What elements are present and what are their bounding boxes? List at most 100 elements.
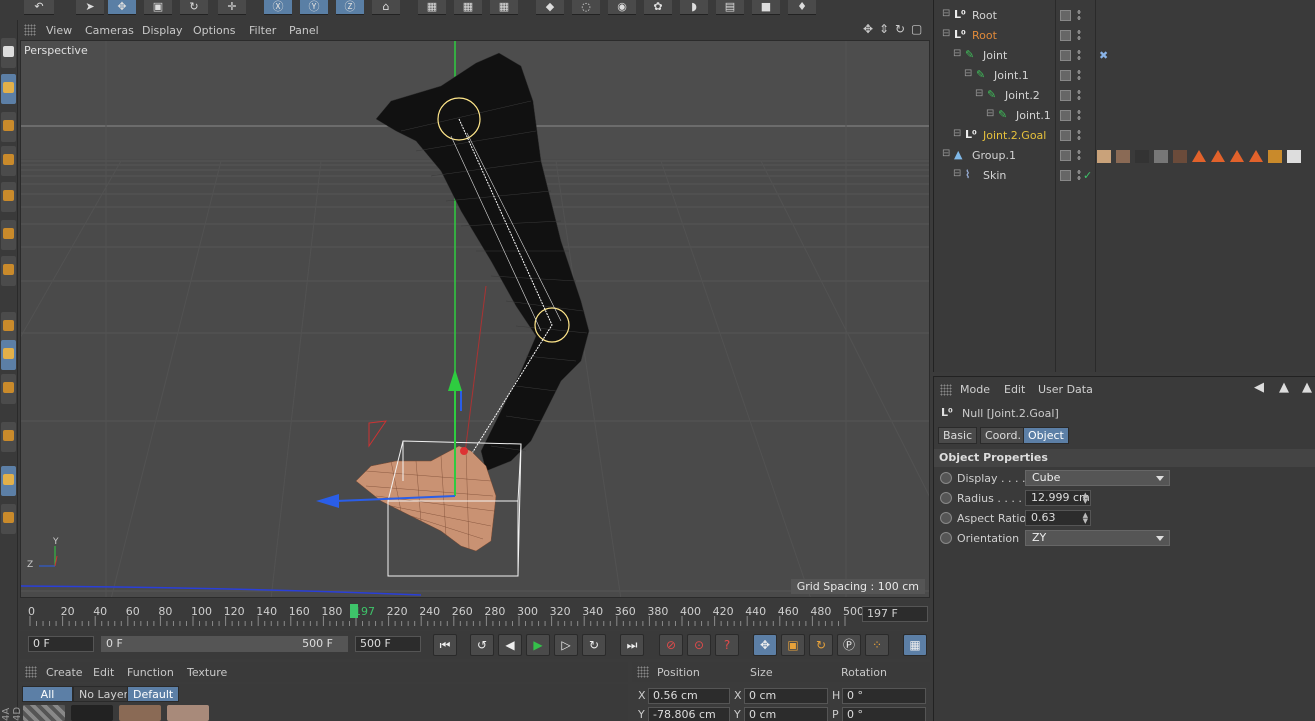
play-button[interactable]: ▶ (526, 634, 550, 656)
material-swatch[interactable] (119, 705, 161, 721)
material-tag-icon[interactable] (1116, 150, 1130, 163)
next-frame-button[interactable]: ▷ (554, 634, 578, 656)
lock-workplane-button[interactable] (1, 466, 16, 496)
spline-button[interactable]: ◌ (572, 0, 600, 15)
tweak-mode-button[interactable] (1, 340, 16, 370)
tree-expand-icon[interactable]: ⊟ (986, 108, 994, 119)
menu-view[interactable]: View (46, 24, 72, 37)
layer-toggle[interactable] (1060, 110, 1071, 121)
make-editable-button[interactable] (1, 38, 16, 68)
timeline-layout-button[interactable]: ▦ (903, 634, 927, 656)
tab-all[interactable]: All (22, 686, 73, 702)
ik-tag-icon[interactable]: ✖ (1099, 49, 1108, 62)
tab-object[interactable]: Object (1023, 427, 1069, 444)
animate-radio[interactable] (940, 512, 952, 524)
menu-filter[interactable]: Filter (249, 24, 276, 37)
array-button[interactable]: ✿ (644, 0, 672, 15)
render-picture-viewer-button[interactable]: ▦ (454, 0, 482, 15)
previous-key-button[interactable]: ↺ (470, 634, 494, 656)
menu-function[interactable]: Function (127, 666, 174, 679)
next-key-button[interactable]: ↻ (582, 634, 606, 656)
enabled-check-icon[interactable]: ✓ (1083, 169, 1092, 182)
material-swatch[interactable] (167, 705, 209, 721)
visibility-dots[interactable] (1077, 69, 1081, 82)
undo-button[interactable]: ↶ (24, 0, 54, 15)
cube-primitive-button[interactable]: ◆ (536, 0, 564, 15)
end-frame-field[interactable]: 500 F (355, 636, 421, 652)
spinner-icon[interactable]: ▲ ▼ (1083, 512, 1088, 525)
animate-radio[interactable] (940, 532, 952, 544)
visibility-dots[interactable] (1077, 149, 1081, 162)
viewport-rotate-icon[interactable]: ↻ (895, 22, 905, 36)
tab-no-layer[interactable]: No Layer (73, 686, 135, 702)
visibility-dots[interactable] (1077, 129, 1081, 142)
attributes-grip-icon[interactable] (940, 384, 952, 396)
camera-label[interactable]: Perspective (24, 44, 88, 57)
object-name[interactable]: Joint.2 (1005, 89, 1040, 102)
object-name[interactable]: Joint.1 (1016, 109, 1051, 122)
menu-display[interactable]: Display (142, 24, 183, 37)
layer-toggle[interactable] (1060, 170, 1071, 181)
material-tag-icon[interactable] (1211, 150, 1225, 162)
tree-expand-icon[interactable]: ⊟ (975, 88, 983, 99)
layer-toggle[interactable] (1060, 10, 1071, 21)
object-row[interactable]: ⊟ ▲ Group.1 (934, 146, 1315, 166)
visibility-dots[interactable] (1077, 109, 1081, 122)
floor-button[interactable]: ▤ (716, 0, 744, 15)
rotation-p-field[interactable]: 0 ° (842, 707, 926, 721)
tree-expand-icon[interactable]: ⊟ (942, 8, 950, 19)
material-tag-icon[interactable] (1192, 150, 1206, 162)
material-tag-icon[interactable] (1135, 150, 1149, 163)
render-settings-button[interactable]: ▦ (490, 0, 518, 15)
viewport-pan-icon[interactable]: ✥ (863, 22, 873, 36)
menu-attr-edit[interactable]: Edit (1004, 383, 1025, 396)
menu-panel[interactable]: Panel (289, 24, 319, 37)
tab-coord[interactable]: Coord. (980, 427, 1026, 444)
layer-toggle[interactable] (1060, 90, 1071, 101)
object-name[interactable]: Joint (983, 49, 1007, 62)
menu-edit[interactable]: Edit (93, 666, 114, 679)
scale-tool-button[interactable]: ▣ (144, 0, 172, 15)
viewport-maximize-icon[interactable]: ▢ (911, 22, 922, 36)
material-tag-icon[interactable] (1097, 150, 1111, 163)
panel-grip-icon[interactable] (24, 24, 36, 36)
live-selection-button[interactable]: ➤ (76, 0, 104, 15)
material-tag-icon[interactable] (1268, 150, 1282, 163)
object-row[interactable]: ⊟ ✎ Joint ✖ (934, 46, 1315, 66)
scale-key-button[interactable]: ▣ (781, 634, 805, 656)
autokey-button[interactable]: ⊙ (687, 634, 711, 656)
camera-button[interactable]: ■ (752, 0, 780, 15)
layer-toggle[interactable] (1060, 130, 1071, 141)
animate-radio[interactable] (940, 472, 952, 484)
recent-tool-button[interactable]: ✛ (218, 0, 246, 15)
animate-radio[interactable] (940, 492, 952, 504)
keyframe-selection-button[interactable]: ? (715, 634, 739, 656)
menu-user-data[interactable]: User Data (1038, 383, 1093, 396)
lock-element-icon[interactable]: ▲ (1302, 380, 1312, 395)
visibility-dots[interactable] (1077, 49, 1081, 62)
tree-expand-icon[interactable]: ⊟ (942, 148, 950, 159)
coordinate-system-button[interactable]: ⌂ (372, 0, 400, 15)
orientation-dropdown[interactable]: ZY (1025, 530, 1170, 546)
object-row[interactable]: ⊟ L⁰ Root (934, 6, 1315, 26)
tree-expand-icon[interactable]: ⊟ (953, 128, 961, 139)
object-name[interactable]: Joint.1 (994, 69, 1029, 82)
object-row[interactable]: ⊟ ✎ Joint.2 (934, 86, 1315, 106)
material-tag-icon[interactable] (1173, 150, 1187, 163)
object-row[interactable]: ⊟ ✎ Joint.1 (934, 106, 1315, 126)
nurbs-button[interactable]: ◉ (608, 0, 636, 15)
z-axis-lock-button[interactable]: Ⓩ (336, 0, 364, 15)
position-x-field[interactable]: 0.56 cm (648, 688, 730, 704)
tree-expand-icon[interactable]: ⊟ (953, 168, 961, 179)
material-tag-icon[interactable] (1287, 150, 1301, 163)
timeline-ruler[interactable]: 0 20 40 60 80 100 120 140 160 180 197 220 240 260 280 3… (26, 602, 864, 628)
size-y-field[interactable]: 0 cm (744, 707, 828, 721)
snap-button[interactable] (1, 374, 16, 404)
start-frame-field[interactable]: 0 F (28, 636, 94, 652)
move-tool-button[interactable]: ✥ (108, 0, 136, 15)
material-tag-icon[interactable] (1154, 150, 1168, 163)
up-arrow-icon[interactable]: ▲ (1279, 380, 1289, 395)
texture-mode-button[interactable] (1, 112, 16, 142)
radius-field[interactable]: 12.999 cm ▲ ▼ (1025, 490, 1091, 506)
menu-create[interactable]: Create (46, 666, 83, 679)
